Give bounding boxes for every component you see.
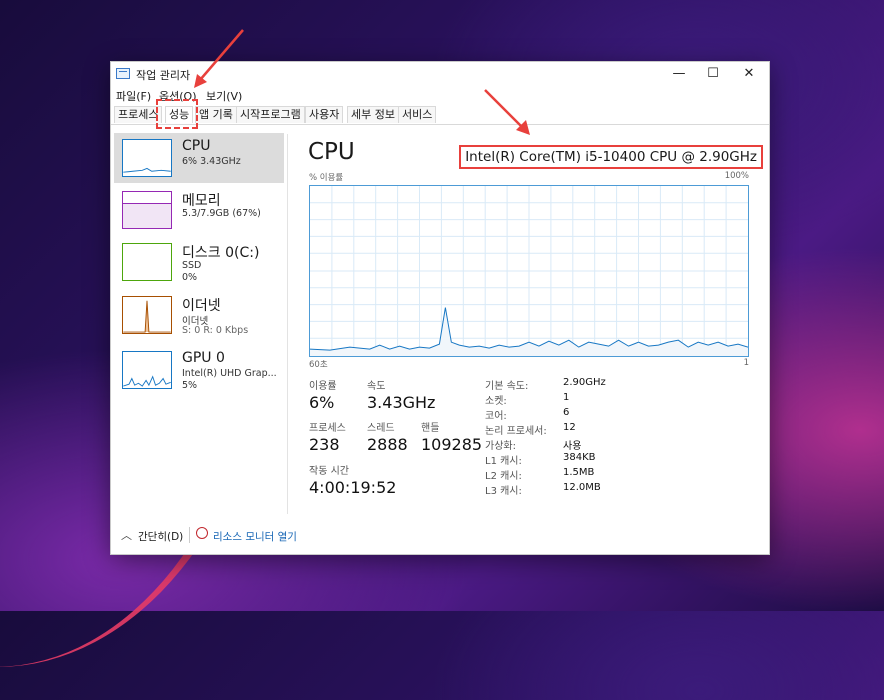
cpu-detail-panel: CPU Intel(R) Core(TM) i5-10400 CPU @ 2.9… bbox=[297, 125, 763, 515]
sidebar-memory-usage: 5.3/7.9GB (67%) bbox=[182, 208, 261, 219]
sidebar-item-gpu[interactable]: GPU 0 Intel(R) UHD Grap... 5% bbox=[114, 345, 284, 395]
sidebar-gpu-usage: 5% bbox=[182, 380, 198, 391]
spec-l1-cache-value: 384KB bbox=[563, 452, 596, 463]
handles-value: 109285 bbox=[421, 435, 483, 454]
cpu-heading: CPU bbox=[308, 139, 355, 165]
speed-label: 속도 bbox=[367, 381, 386, 392]
task-manager-app-icon bbox=[116, 68, 130, 79]
spec-logical-processors-value: 12 bbox=[563, 422, 576, 433]
threads-value: 2888 bbox=[367, 435, 408, 454]
memory-thumbnail-graph bbox=[122, 191, 172, 229]
uptime-label: 작동 시간 bbox=[309, 466, 349, 477]
sidebar-gpu-model: Intel(R) UHD Grap... bbox=[182, 368, 277, 379]
maximize-button[interactable]: ☐ bbox=[695, 62, 731, 86]
sidebar-disk-name: 디스크 0(C:) bbox=[182, 245, 260, 261]
cpu-thumbnail-graph bbox=[122, 139, 172, 177]
spec-l2-cache-label: L2 캐시: bbox=[485, 471, 522, 482]
menu-options[interactable]: 옵션(O) bbox=[159, 88, 196, 104]
sidebar-item-cpu[interactable]: CPU 6% 3.43GHz bbox=[114, 133, 284, 183]
sidebar-ethernet-throughput: S: 0 R: 0 Kbps bbox=[182, 325, 249, 336]
sidebar-item-memory[interactable]: 메모리 5.3/7.9GB (67%) bbox=[114, 185, 284, 235]
cpu-utilization-graph bbox=[309, 185, 749, 357]
sidebar-item-ethernet[interactable]: 이더넷 이더넷 S: 0 R: 0 Kbps bbox=[114, 290, 284, 340]
collapse-link[interactable]: 간단히(D) bbox=[138, 529, 183, 544]
tab-users[interactable]: 사용자 bbox=[305, 106, 344, 123]
close-button[interactable]: ✕ bbox=[731, 62, 767, 86]
sidebar-cpu-usage: 6% 3.43GHz bbox=[182, 156, 241, 167]
menu-file[interactable]: 파일(F) bbox=[116, 88, 151, 104]
ethernet-thumbnail-graph bbox=[122, 296, 172, 334]
sidebar-ethernet-name: 이더넷 bbox=[182, 298, 221, 314]
title-bar[interactable]: 작업 관리자 — ☐ ✕ bbox=[111, 62, 769, 86]
spec-base-speed-label: 기본 속도: bbox=[485, 381, 529, 392]
panel-divider bbox=[287, 134, 288, 514]
sidebar-disk-usage: 0% bbox=[182, 272, 198, 283]
processes-label: 프로세스 bbox=[309, 423, 346, 434]
sidebar-disk-type: SSD bbox=[182, 260, 202, 271]
window-title: 작업 관리자 bbox=[136, 69, 191, 82]
task-manager-window: 작업 관리자 — ☐ ✕ 파일(F) 옵션(O) 보기(V) 프로세스 성능 앱… bbox=[110, 61, 770, 555]
spec-cores-value: 6 bbox=[563, 407, 570, 418]
tab-bar: 프로세스 성능 앱 기록 시작프로그램 사용자 세부 정보 서비스 bbox=[111, 104, 769, 125]
spec-sockets-label: 소켓: bbox=[485, 396, 507, 407]
footer-bar: ︿ 간단히(D) 리소스 모니터 열기 bbox=[111, 515, 769, 553]
open-resource-monitor-link[interactable]: 리소스 모니터 열기 bbox=[213, 529, 297, 544]
graph-xleft: 60초 bbox=[309, 360, 328, 370]
handles-label: 핸들 bbox=[421, 423, 440, 434]
graph-ymax: 100% bbox=[724, 171, 749, 181]
spec-virtualization-value: 사용 bbox=[563, 441, 582, 452]
tab-performance[interactable]: 성능 bbox=[165, 106, 194, 123]
tab-services[interactable]: 서비스 bbox=[398, 106, 437, 123]
tab-startup[interactable]: 시작프로그램 bbox=[236, 106, 305, 123]
spec-base-speed-value: 2.90GHz bbox=[563, 377, 606, 388]
utilization-label: 이용률 bbox=[309, 381, 337, 392]
chevron-up-icon[interactable]: ︿ bbox=[121, 527, 132, 543]
menu-bar: 파일(F) 옵션(O) 보기(V) bbox=[111, 86, 769, 104]
sidebar-memory-name: 메모리 bbox=[182, 193, 221, 209]
tab-details[interactable]: 세부 정보 bbox=[347, 106, 399, 123]
minimize-button[interactable]: — bbox=[661, 62, 697, 86]
spec-sockets-value: 1 bbox=[563, 392, 570, 403]
spec-logical-processors-label: 논리 프로세서: bbox=[485, 426, 547, 437]
spec-l2-cache-value: 1.5MB bbox=[563, 467, 595, 478]
spec-virtualization-label: 가상화: bbox=[485, 441, 516, 452]
utilization-value: 6% bbox=[309, 393, 335, 412]
sidebar-cpu-name: CPU bbox=[182, 138, 211, 154]
disk-thumbnail-graph bbox=[122, 243, 172, 281]
graph-xright: 1 bbox=[743, 358, 749, 368]
cpu-model-name: Intel(R) Core(TM) i5-10400 CPU @ 2.90GHz bbox=[459, 145, 763, 169]
resource-monitor-icon bbox=[196, 527, 208, 539]
sidebar-item-disk[interactable]: 디스크 0(C:) SSD 0% bbox=[114, 237, 284, 287]
gpu-thumbnail-graph bbox=[122, 351, 172, 389]
tab-app-history[interactable]: 앱 기록 bbox=[195, 106, 237, 123]
menu-view[interactable]: 보기(V) bbox=[206, 88, 242, 104]
spec-l3-cache-value: 12.0MB bbox=[563, 482, 601, 493]
processes-value: 238 bbox=[309, 435, 340, 454]
speed-value: 3.43GHz bbox=[367, 393, 436, 412]
uptime-value: 4:00:19:52 bbox=[309, 478, 397, 497]
tab-processes[interactable]: 프로세스 bbox=[114, 106, 163, 123]
spec-l3-cache-label: L3 캐시: bbox=[485, 486, 522, 497]
threads-label: 스레드 bbox=[367, 423, 395, 434]
spec-cores-label: 코어: bbox=[485, 411, 507, 422]
spec-l1-cache-label: L1 캐시: bbox=[485, 456, 522, 467]
graph-ylabel: % 이용률 bbox=[309, 173, 344, 183]
sidebar-gpu-name: GPU 0 bbox=[182, 350, 225, 366]
footer-divider bbox=[189, 527, 190, 543]
resource-sidebar: CPU 6% 3.43GHz 메모리 5.3/7.9GB (67%) 디스크 0… bbox=[111, 125, 287, 515]
